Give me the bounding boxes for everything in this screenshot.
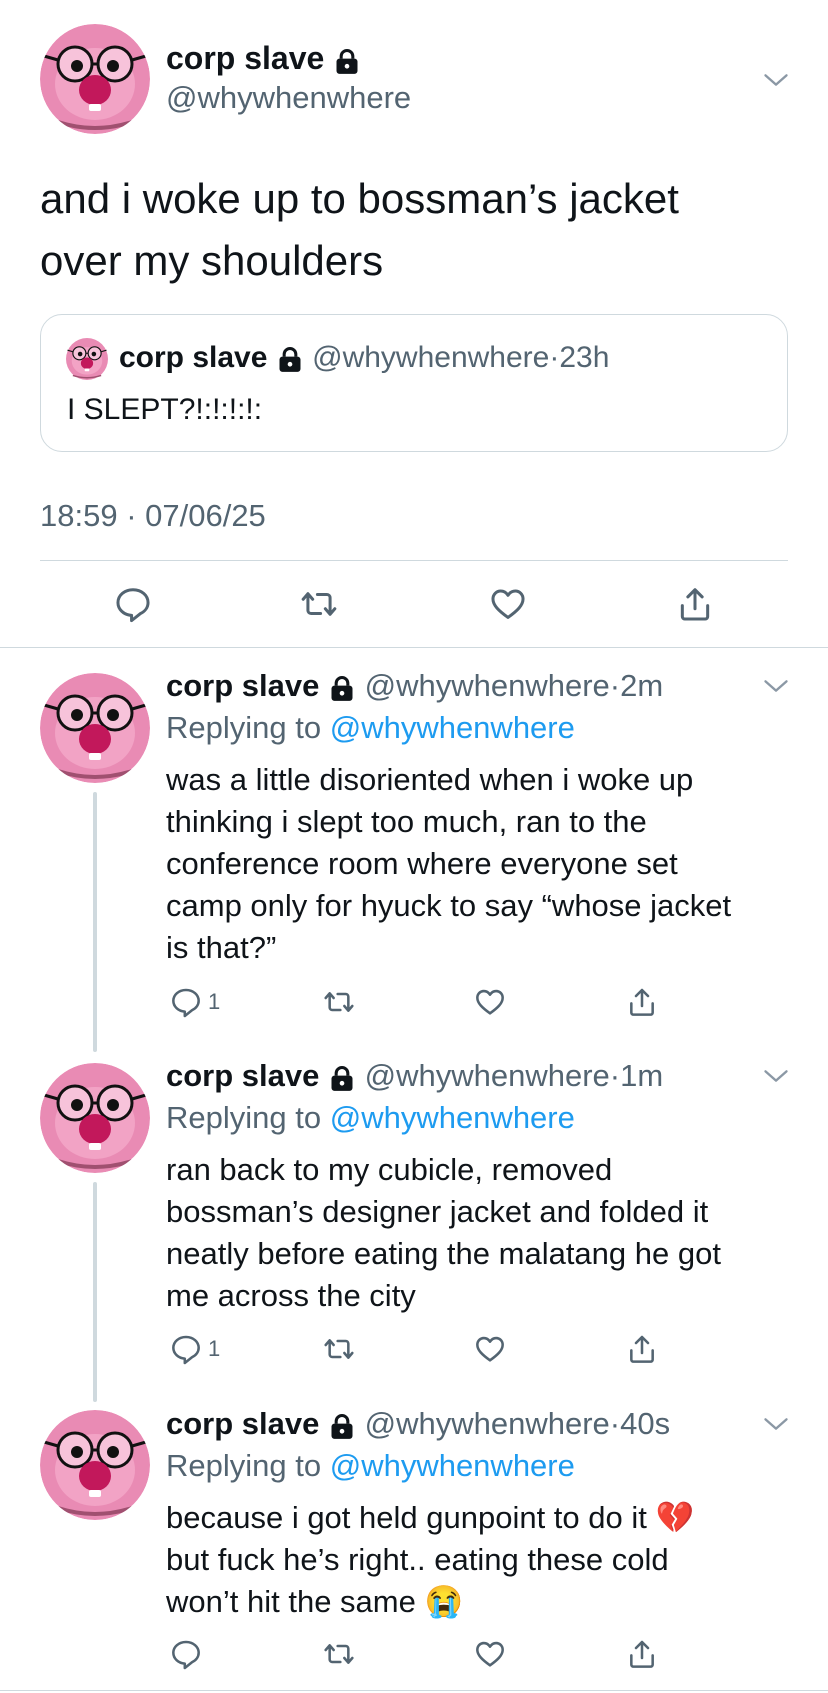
author-handle[interactable]: @whywhenwhere: [166, 80, 411, 116]
like-icon[interactable]: [474, 1333, 506, 1365]
separator: ·: [609, 1058, 621, 1093]
reply-text: ran back to my cubicle, removed bossman’…: [166, 1149, 721, 1317]
reply-icon: [170, 1333, 202, 1365]
chevron-down-icon[interactable]: [762, 66, 790, 94]
reply-text-line: thinking i slept too much, ran to the: [166, 804, 647, 839]
reply-count: 1: [208, 989, 221, 1014]
reply-text-line: is that?”: [166, 930, 277, 965]
quoted-tweet[interactable]: corp slave @whywhenwhere·23h I SLEPT?!:!…: [40, 314, 788, 452]
avatar[interactable]: [40, 1410, 150, 1520]
share-icon[interactable]: [626, 1638, 658, 1670]
tweet-text: and i woke up to bossman’s jacket over m…: [40, 168, 679, 292]
tweet-text-line: and i woke up to bossman’s jacket: [40, 175, 679, 222]
replying-to-label: Replying to: [166, 710, 322, 745]
author-name[interactable]: corp slave: [166, 1406, 319, 1441]
replying-to-label: Replying to: [166, 1448, 322, 1483]
chevron-down-icon[interactable]: [762, 1062, 790, 1090]
share-icon[interactable]: [626, 1333, 658, 1365]
reply-text-line: me across the city: [166, 1278, 416, 1313]
reply-text-line: was a little disoriented when i woke up: [166, 762, 694, 797]
author-handle[interactable]: @whywhenwhere: [365, 1058, 610, 1093]
reply-text: was a little disoriented when i woke up …: [166, 759, 731, 969]
replying-to-link[interactable]: @whywhenwhere: [330, 1448, 575, 1483]
quote-author-name: corp slave: [119, 341, 268, 374]
lock-icon: [328, 1064, 356, 1092]
reply-button[interactable]: 1: [170, 986, 220, 1018]
reply-header: corp slave @whywhenwhere·40s: [166, 1406, 670, 1442]
reply-text-line: because i got held gunpoint to do it 💔: [166, 1500, 695, 1535]
divider: [0, 647, 828, 648]
author-name-row[interactable]: corp slave: [166, 40, 361, 77]
reply-icon[interactable]: [114, 585, 152, 623]
replying-to-label: Replying to: [166, 1100, 322, 1135]
quote-avatar: [66, 338, 108, 380]
quote-time: 23h: [559, 341, 610, 374]
reply-text-line: bossman’s designer jacket and folded it: [166, 1194, 709, 1229]
reply-button[interactable]: 1: [170, 1333, 220, 1365]
reply-time[interactable]: 1m: [620, 1058, 663, 1093]
replying-to: Replying to @whywhenwhere: [166, 1100, 575, 1136]
quote-text: I SLEPT?!:!:!:!:: [67, 393, 263, 426]
avatar[interactable]: [40, 24, 150, 134]
reply-text-line: ran back to my cubicle, removed: [166, 1152, 613, 1187]
reply-text-line: but fuck he’s right.. eating these cold: [166, 1542, 669, 1577]
like-icon[interactable]: [474, 1638, 506, 1670]
reply-text-line: won’t hit the same 😭: [166, 1584, 464, 1619]
quote-sep: ·: [549, 341, 560, 374]
separator: ·: [609, 668, 621, 703]
retweet-icon[interactable]: [323, 1333, 355, 1365]
lock-icon: [328, 1412, 356, 1440]
divider: [0, 1690, 828, 1691]
reply-text: because i got held gunpoint to do it 💔 b…: [166, 1497, 694, 1623]
reply-button[interactable]: [170, 1638, 208, 1670]
like-icon[interactable]: [474, 986, 506, 1018]
reply-text-line: camp only for hyuck to say “whose jacket: [166, 888, 732, 923]
quote-header: corp slave @whywhenwhere·23h: [119, 341, 609, 375]
divider: [40, 560, 788, 561]
replying-to: Replying to @whywhenwhere: [166, 710, 575, 746]
replying-to-link[interactable]: @whywhenwhere: [330, 1100, 575, 1135]
share-icon[interactable]: [626, 986, 658, 1018]
tweet-text-line: over my shoulders: [40, 237, 384, 284]
retweet-icon[interactable]: [323, 986, 355, 1018]
replying-to: Replying to @whywhenwhere: [166, 1448, 575, 1484]
reply-time[interactable]: 2m: [620, 668, 663, 703]
lock-icon: [328, 674, 356, 702]
avatar[interactable]: [40, 673, 150, 783]
quote-author-handle: @whywhenwhere: [312, 341, 550, 374]
author-name[interactable]: corp slave: [166, 1058, 319, 1093]
reply-icon: [170, 986, 202, 1018]
author-handle[interactable]: @whywhenwhere: [365, 1406, 610, 1441]
separator: ·: [609, 1406, 621, 1441]
chevron-down-icon[interactable]: [762, 1410, 790, 1438]
replying-to-link[interactable]: @whywhenwhere: [330, 710, 575, 745]
retweet-icon[interactable]: [300, 585, 338, 623]
avatar[interactable]: [40, 1063, 150, 1173]
reply-header: corp slave @whywhenwhere·2m: [166, 668, 663, 704]
lock-icon: [333, 47, 361, 75]
like-icon[interactable]: [489, 585, 527, 623]
reply-header: corp slave @whywhenwhere·1m: [166, 1058, 663, 1094]
reply-text-line: conference room where everyone set: [166, 846, 678, 881]
reply-time[interactable]: 40s: [620, 1406, 670, 1441]
tweet-timestamp[interactable]: 18:59 · 07/06/25: [40, 498, 266, 534]
author-handle[interactable]: @whywhenwhere: [365, 668, 610, 703]
reply-text-line: neatly before eating the malatang he got: [166, 1236, 721, 1271]
author-name[interactable]: corp slave: [166, 40, 324, 76]
reply-count: 1: [208, 1336, 221, 1361]
thread-line: [93, 1182, 97, 1402]
author-name[interactable]: corp slave: [166, 668, 319, 703]
lock-icon: [276, 345, 304, 373]
retweet-icon[interactable]: [323, 1638, 355, 1670]
reply-icon: [170, 1638, 202, 1670]
share-icon[interactable]: [676, 585, 714, 623]
chevron-down-icon[interactable]: [762, 672, 790, 700]
thread-line: [93, 792, 97, 1052]
